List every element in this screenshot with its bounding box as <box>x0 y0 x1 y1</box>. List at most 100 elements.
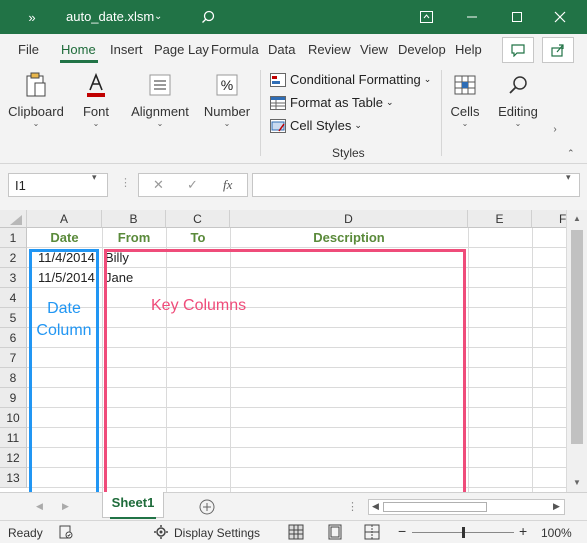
accessibility-icon[interactable] <box>59 525 73 539</box>
row-header-10[interactable]: 10 <box>0 408 27 428</box>
vertical-scrollbar[interactable]: ▲ ▼ <box>566 210 587 492</box>
conditional-formatting-button[interactable]: Conditional Formatting ⌄ <box>270 72 431 87</box>
column-header-a[interactable]: A <box>27 210 102 228</box>
cell-c1[interactable]: To <box>166 228 230 248</box>
tab-view[interactable]: View <box>360 42 388 57</box>
maximize-button[interactable] <box>505 0 529 34</box>
expand-formula-bar-chevron-icon[interactable]: ▾ <box>566 172 571 183</box>
sheet-nav-next-icon[interactable]: ▶ <box>62 501 69 512</box>
search-button[interactable] <box>196 0 220 34</box>
ribbon-scroll-right-icon[interactable]: › <box>548 104 562 154</box>
sheet-nav-prev-icon[interactable]: ◀ <box>36 501 43 512</box>
editing-label: Editing <box>498 104 538 119</box>
status-bar: Ready Display Settings − + 100% <box>0 520 587 543</box>
cell-styles-label: Cell Styles <box>290 118 352 133</box>
file-menu-chevron-icon[interactable]: ⌄ <box>154 11 162 22</box>
row-header-4[interactable]: 4 <box>0 288 27 308</box>
close-button[interactable] <box>548 0 572 34</box>
font-group[interactable]: Font ⌄ <box>70 70 122 128</box>
clipboard-group[interactable]: Clipboard ⌄ <box>6 70 66 128</box>
add-sheet-button[interactable] <box>198 498 216 516</box>
row-header-11[interactable]: 11 <box>0 428 27 448</box>
row-header-3[interactable]: 3 <box>0 268 27 288</box>
scroll-down-icon[interactable]: ▼ <box>573 478 581 487</box>
cells-group[interactable]: Cells ⌄ <box>446 70 484 128</box>
row-header-12[interactable]: 12 <box>0 448 27 468</box>
tab-help[interactable]: Help <box>455 42 482 57</box>
editing-group[interactable]: Editing ⌄ <box>496 70 540 128</box>
zoom-out-button[interactable]: − <box>398 523 406 539</box>
tab-formulas[interactable]: Formula <box>211 42 259 57</box>
scroll-left-icon[interactable]: ◀ <box>372 501 379 512</box>
tab-review[interactable]: Review <box>308 42 351 57</box>
row-header-1[interactable]: 1 <box>0 228 27 248</box>
tab-file[interactable]: File <box>18 42 39 57</box>
collapse-ribbon-icon[interactable]: ⌃ <box>567 148 575 159</box>
hscroll-grip-icon[interactable]: ⋮ <box>347 500 358 513</box>
zoom-in-button[interactable]: + <box>519 523 527 539</box>
quick-access-more-button[interactable]: » <box>22 0 42 34</box>
horizontal-scroll-thumb[interactable] <box>383 502 487 512</box>
comments-button[interactable] <box>502 37 534 63</box>
font-label: Font <box>82 104 109 119</box>
number-group[interactable]: % Number ⌄ <box>200 70 254 128</box>
svg-text:%: % <box>221 77 233 93</box>
file-name[interactable]: auto_date.xlsm <box>66 9 154 24</box>
select-all-icon <box>10 215 22 225</box>
formula-input[interactable] <box>252 173 580 197</box>
percent-icon: % <box>212 70 242 100</box>
tab-home[interactable]: Home <box>61 42 96 57</box>
normal-view-icon[interactable] <box>288 524 304 540</box>
row-header-2[interactable]: 2 <box>0 248 27 268</box>
row-header-9[interactable]: 9 <box>0 388 27 408</box>
zoom-slider-thumb[interactable] <box>462 527 465 538</box>
row-header-8[interactable]: 8 <box>0 368 27 388</box>
column-header-e[interactable]: E <box>468 210 532 228</box>
cell-styles-icon <box>270 118 286 133</box>
plus-circle-icon <box>199 499 215 515</box>
sheet-tab-sheet1[interactable]: Sheet1 <box>102 492 164 518</box>
comment-icon <box>511 43 525 57</box>
column-header-c[interactable]: C <box>166 210 230 228</box>
vertical-scroll-thumb[interactable] <box>571 230 583 444</box>
ribbon-separator <box>260 70 261 156</box>
page-layout-view-icon[interactable] <box>327 524 343 540</box>
enter-icon[interactable]: ✓ <box>187 177 198 193</box>
row-header-5[interactable]: 5 <box>0 308 27 328</box>
number-label: Number <box>203 104 251 119</box>
column-header-f[interactable]: F <box>532 210 566 228</box>
alignment-group[interactable]: Alignment ⌄ <box>128 70 192 128</box>
display-settings-label[interactable]: Display Settings <box>174 526 260 540</box>
close-icon <box>554 11 566 23</box>
minimize-button[interactable] <box>460 0 484 34</box>
row-header-13[interactable]: 13 <box>0 468 27 488</box>
tab-data[interactable]: Data <box>268 42 295 57</box>
row-header-7[interactable]: 7 <box>0 348 27 368</box>
format-as-table-button[interactable]: Format as Table ⌄ <box>270 95 394 110</box>
cells-chevron-down-icon: ⌄ <box>461 119 469 128</box>
scroll-up-icon[interactable]: ▲ <box>573 214 581 223</box>
tab-insert[interactable]: Insert <box>110 42 143 57</box>
cell-b1[interactable]: From <box>102 228 166 248</box>
clipboard-chevron-down-icon: ⌄ <box>32 119 40 128</box>
cell-a1[interactable]: Date <box>27 228 102 248</box>
maximize-icon <box>512 12 522 22</box>
share-button[interactable] <box>542 37 574 63</box>
column-header-d[interactable]: D <box>230 210 468 228</box>
page-break-view-icon[interactable] <box>364 524 380 540</box>
scroll-right-icon[interactable]: ▶ <box>553 501 560 512</box>
column-header-b[interactable]: B <box>102 210 166 228</box>
tab-developer[interactable]: Develop <box>398 42 446 57</box>
cancel-icon[interactable]: ✕ <box>153 177 164 193</box>
select-all-corner[interactable] <box>0 210 27 228</box>
row-header-6[interactable]: 6 <box>0 328 27 348</box>
insert-function-icon[interactable]: fx <box>223 177 232 193</box>
tab-page-layout[interactable]: Page Lay <box>154 42 209 57</box>
zoom-level[interactable]: 100% <box>541 526 572 540</box>
ribbon-display-options-button[interactable] <box>416 0 436 34</box>
horizontal-scrollbar[interactable]: ◀ ▶ <box>368 499 565 515</box>
cell-d1[interactable]: Description <box>230 228 468 248</box>
name-box-chevron-down-icon[interactable]: ▾ <box>92 172 97 183</box>
display-settings-icon[interactable] <box>154 525 168 539</box>
cell-styles-button[interactable]: Cell Styles ⌄ <box>270 118 362 133</box>
